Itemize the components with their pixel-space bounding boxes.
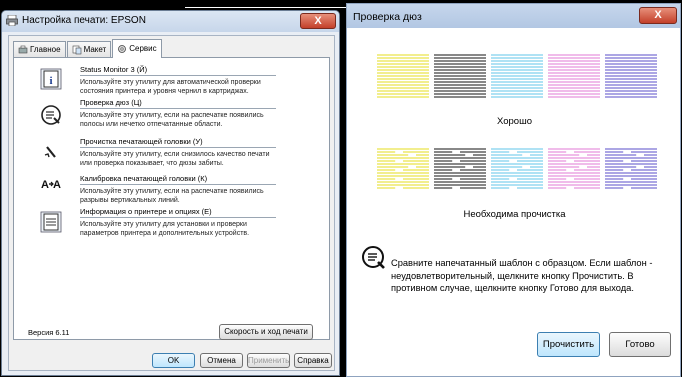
- tab-strip: Главное Макет Сервис: [13, 39, 163, 58]
- tab-label: Сервис: [129, 44, 157, 53]
- svg-text:A: A: [41, 179, 49, 191]
- tab-main[interactable]: Главное: [13, 41, 66, 58]
- item-description: Используйте эту утилиту, если на распеча…: [80, 188, 264, 204]
- head-cleaning-icon[interactable]: [40, 141, 62, 163]
- divider: [80, 147, 276, 148]
- item-title[interactable]: Калибровка печатающей головки (К): [80, 174, 207, 183]
- item-description: Используйте эту утилиту, если снизилось …: [80, 151, 270, 167]
- divider: [80, 217, 276, 218]
- layout-tab-icon: [72, 45, 81, 55]
- version-label: Версия 6.11: [28, 328, 70, 337]
- bad-pattern-label: Необходима прочистка: [463, 209, 566, 220]
- item-description: Используйте эту утилиту для установки и …: [80, 221, 250, 237]
- svg-text:A: A: [53, 179, 61, 191]
- head-alignment-icon[interactable]: A A: [40, 173, 62, 195]
- window-title: Проверка дюз: [353, 11, 422, 23]
- print-settings-window: Настройка печати: EPSON X Главное Макет …: [1, 10, 340, 376]
- title-bar[interactable]: Проверка дюз X: [347, 4, 680, 28]
- good-pattern-label: Хорошо: [497, 116, 532, 127]
- divider: [80, 75, 276, 76]
- close-button[interactable]: X: [300, 13, 336, 29]
- service-panel: i Status Monitor 3 (Й) Используйте эту у…: [13, 57, 330, 340]
- cancel-button[interactable]: Отмена: [200, 353, 243, 368]
- status-monitor-icon[interactable]: i: [40, 68, 62, 90]
- clean-button[interactable]: Прочистить: [537, 332, 600, 357]
- main-tab-icon: [18, 45, 28, 54]
- nozzle-check-window: Проверка дюз X Хорошо Необходима прочист…: [346, 3, 681, 377]
- apply-button[interactable]: Применить: [247, 353, 290, 368]
- printer-icon: [6, 15, 18, 26]
- tab-layout[interactable]: Макет: [66, 41, 112, 58]
- item-description: Используйте эту утилиту, если на распеча…: [80, 112, 264, 128]
- printer-info-icon[interactable]: [40, 211, 62, 233]
- close-icon: X: [314, 15, 322, 27]
- close-icon: X: [654, 9, 662, 21]
- print-speed-button[interactable]: Скорость и ход печати: [219, 324, 313, 340]
- divider: [80, 108, 276, 109]
- item-title[interactable]: Status Monitor 3 (Й): [80, 65, 147, 74]
- nozzle-check-icon[interactable]: [40, 104, 62, 126]
- dialog-body: Главное Макет Сервис i Status Monitor 3 …: [8, 35, 335, 371]
- help-button[interactable]: Справка: [294, 353, 332, 368]
- item-title[interactable]: Проверка дюз (Ц): [80, 98, 142, 107]
- item-title[interactable]: Информация о принтере и опциях (Е): [80, 207, 212, 216]
- good-pattern-image: [377, 54, 657, 98]
- close-button[interactable]: X: [639, 7, 677, 24]
- instruction-text: Сравните напечатанный шаблон с образцом.…: [391, 258, 653, 293]
- item-description: Используйте эту утилиту для автоматическ…: [80, 79, 261, 95]
- bad-pattern-image: [377, 148, 657, 189]
- service-tab-icon: [118, 45, 127, 53]
- tab-service[interactable]: Сервис: [112, 39, 162, 58]
- tab-label: Макет: [83, 45, 107, 54]
- svg-text:i: i: [49, 75, 52, 87]
- done-button[interactable]: Готово: [609, 332, 671, 357]
- item-title[interactable]: Прочистка печатающей головки (У): [80, 137, 203, 146]
- nozzle-check-icon: [362, 246, 385, 269]
- ok-button[interactable]: OK: [152, 353, 195, 368]
- window-title: Настройка печати: EPSON: [22, 15, 146, 26]
- tab-label: Главное: [30, 45, 61, 54]
- title-bar[interactable]: Настройка печати: EPSON X: [2, 11, 339, 32]
- divider: [80, 184, 276, 185]
